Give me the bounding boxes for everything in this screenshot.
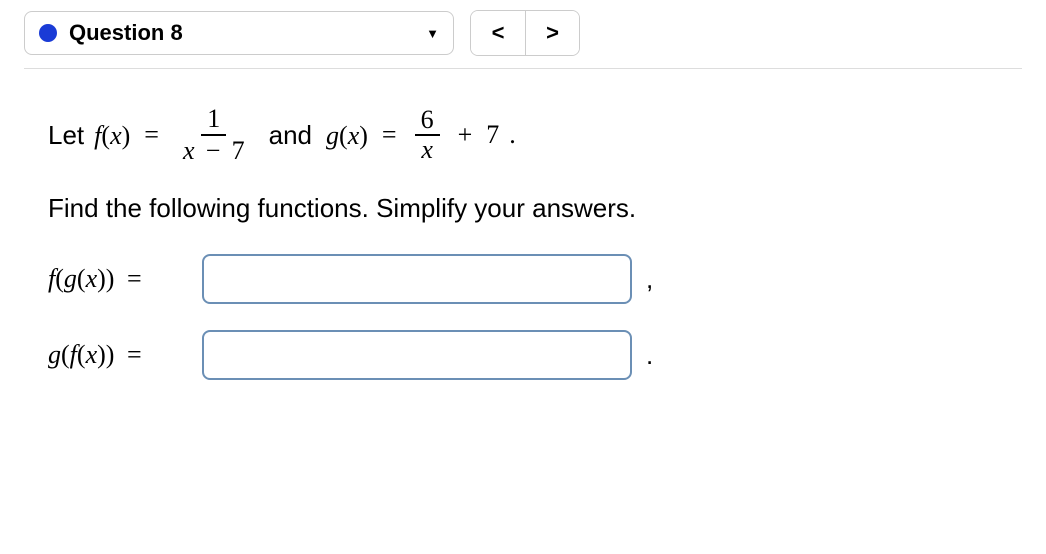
and-text: and (269, 120, 312, 151)
problem-statement: Let f(x) = 1 x − 7 and g(x) = 6 x + 7. (48, 105, 998, 165)
gf-label: g(f(x)) = (48, 340, 188, 370)
nav-group: < > (470, 10, 580, 56)
question-toolbar: Question 8 ▼ < > (24, 10, 1022, 56)
let-text: Let (48, 120, 84, 151)
fraction-g: 6 x (415, 106, 440, 165)
fraction-f: 1 x − 7 (177, 105, 251, 165)
chevron-down-icon: ▼ (426, 26, 439, 41)
gf-answer-input[interactable] (202, 330, 632, 380)
g-of-x: g(x) (326, 120, 368, 151)
answer-row-fg: f(g(x)) = , (48, 254, 998, 304)
fg-answer-input[interactable] (202, 254, 632, 304)
status-dot-icon (39, 24, 57, 42)
answer-row-gf: g(f(x)) = . (48, 330, 998, 380)
divider (24, 68, 1022, 69)
question-label: Question 8 (69, 20, 183, 46)
comma: , (646, 264, 653, 295)
equals: = (140, 120, 163, 150)
instruction-text: Find the following functions. Simplify y… (48, 193, 998, 224)
fg-label: f(g(x)) = (48, 264, 188, 294)
question-selector-left: Question 8 (39, 20, 183, 46)
equals: = (378, 120, 401, 150)
next-question-button[interactable]: > (525, 11, 579, 55)
chevron-right-icon: > (546, 20, 559, 46)
prev-question-button[interactable]: < (471, 11, 525, 55)
chevron-left-icon: < (492, 20, 505, 46)
question-selector[interactable]: Question 8 ▼ (24, 11, 454, 55)
question-content: Let f(x) = 1 x − 7 and g(x) = 6 x + 7. F… (24, 97, 1022, 380)
period: . (646, 340, 653, 371)
f-of-x: f(x) (94, 120, 130, 151)
